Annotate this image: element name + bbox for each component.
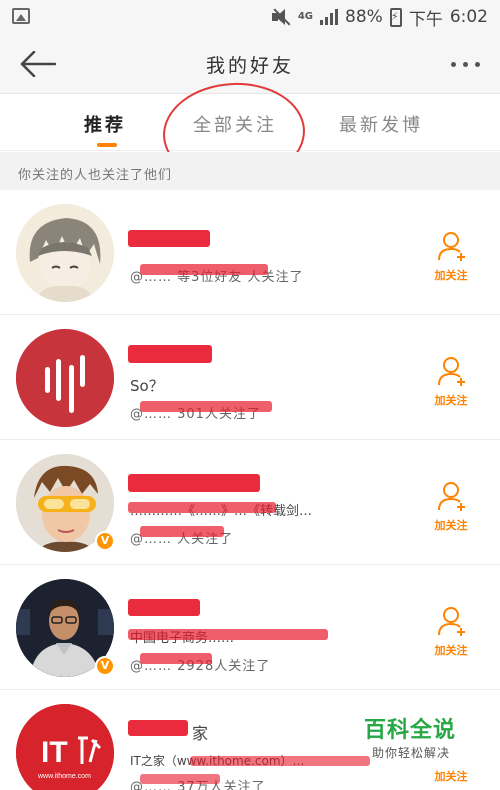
watermark-title: 百科全说 [364, 718, 457, 743]
list-item[interactable]: V …………《……》…《转载剑… @…… 人关注了 加关注 [0, 440, 500, 565]
follow-button[interactable]: 加关注 [428, 230, 474, 286]
watermark: 百科全说 助你轻松解决 [360, 712, 470, 772]
status-bar: 4G 88% 下午 6:02 [0, 0, 500, 34]
avatar[interactable]: IT www.ithome.com [16, 704, 114, 790]
redacted-bio [190, 756, 370, 766]
battery-percent: 88% [345, 7, 383, 27]
follow-button[interactable]: 加关注 [428, 480, 474, 536]
tab-latest-posts[interactable]: 最新发博 [339, 111, 423, 137]
avatar-caption: www.ithome.com [37, 773, 91, 780]
tab-recommended[interactable]: 推荐 [84, 111, 126, 137]
redacted-name [128, 345, 212, 363]
status-indicators: 4G 88% 下午 6:02 [271, 6, 488, 30]
add-friend-icon [438, 607, 465, 636]
follow-label: 加关注 [434, 269, 468, 282]
more-options-icon[interactable] [451, 62, 480, 67]
list-item[interactable]: @…… 等3位好友 人关注了 加关注 [0, 190, 500, 315]
add-friend-icon [438, 482, 465, 511]
watermark-subtitle: 助你轻松解决 [372, 746, 451, 760]
name-suffix: 家 [192, 724, 209, 743]
avatar-logo-text: IT [41, 736, 68, 769]
mute-icon [271, 8, 291, 26]
redacted-meta [140, 653, 212, 664]
active-tab-indicator [97, 143, 117, 147]
network-type: 4G [297, 11, 314, 22]
section-header: 你关注的人也关注了他们 [0, 152, 500, 190]
clock: 6:02 [449, 7, 488, 27]
redacted-meta [140, 264, 268, 275]
suggested-user-list: @…… 等3位好友 人关注了 加关注 So？ @…… 301人关注了 加关注 V… [0, 190, 500, 790]
gallery-notification-icon [12, 8, 30, 24]
add-friend-icon [438, 232, 465, 261]
follow-button[interactable]: 加关注 [428, 605, 474, 661]
redacted-name [128, 720, 188, 736]
add-friend-icon [438, 357, 465, 386]
verified-badge-icon: V [95, 531, 115, 551]
redacted-meta [140, 401, 272, 412]
follow-label: 加关注 [434, 644, 468, 657]
signal-icon [320, 9, 339, 25]
ithome-logo-avatar-icon: IT www.ithome.com [16, 704, 114, 790]
battery-icon [389, 7, 402, 27]
redacted-bio [128, 502, 276, 513]
avatar[interactable] [16, 204, 114, 302]
time-period: 下午 [408, 9, 443, 30]
list-item[interactable]: V 中国电子商务…… @…… 2928人关注了 加关注 [0, 565, 500, 690]
section-header-label: 你关注的人也关注了他们 [18, 168, 173, 183]
list-item[interactable]: So？ @…… 301人关注了 加关注 [0, 315, 500, 440]
follow-label: 加关注 [434, 519, 468, 532]
follow-label: 加关注 [434, 394, 468, 407]
red-bars-logo-avatar-icon [16, 329, 114, 427]
redacted-meta [140, 774, 220, 784]
redacted-name [128, 474, 260, 492]
redacted-meta [140, 526, 224, 537]
avatar[interactable] [16, 329, 114, 427]
follow-button[interactable]: 加关注 [428, 355, 474, 411]
redacted-bio [128, 629, 328, 640]
verified-badge-icon: V [95, 656, 115, 676]
page-title: 我的好友 [205, 55, 294, 77]
bio-text: So？ [130, 377, 164, 395]
redacted-name [128, 599, 200, 616]
anime-boy-avatar-icon [16, 204, 114, 302]
redacted-name [128, 230, 210, 247]
